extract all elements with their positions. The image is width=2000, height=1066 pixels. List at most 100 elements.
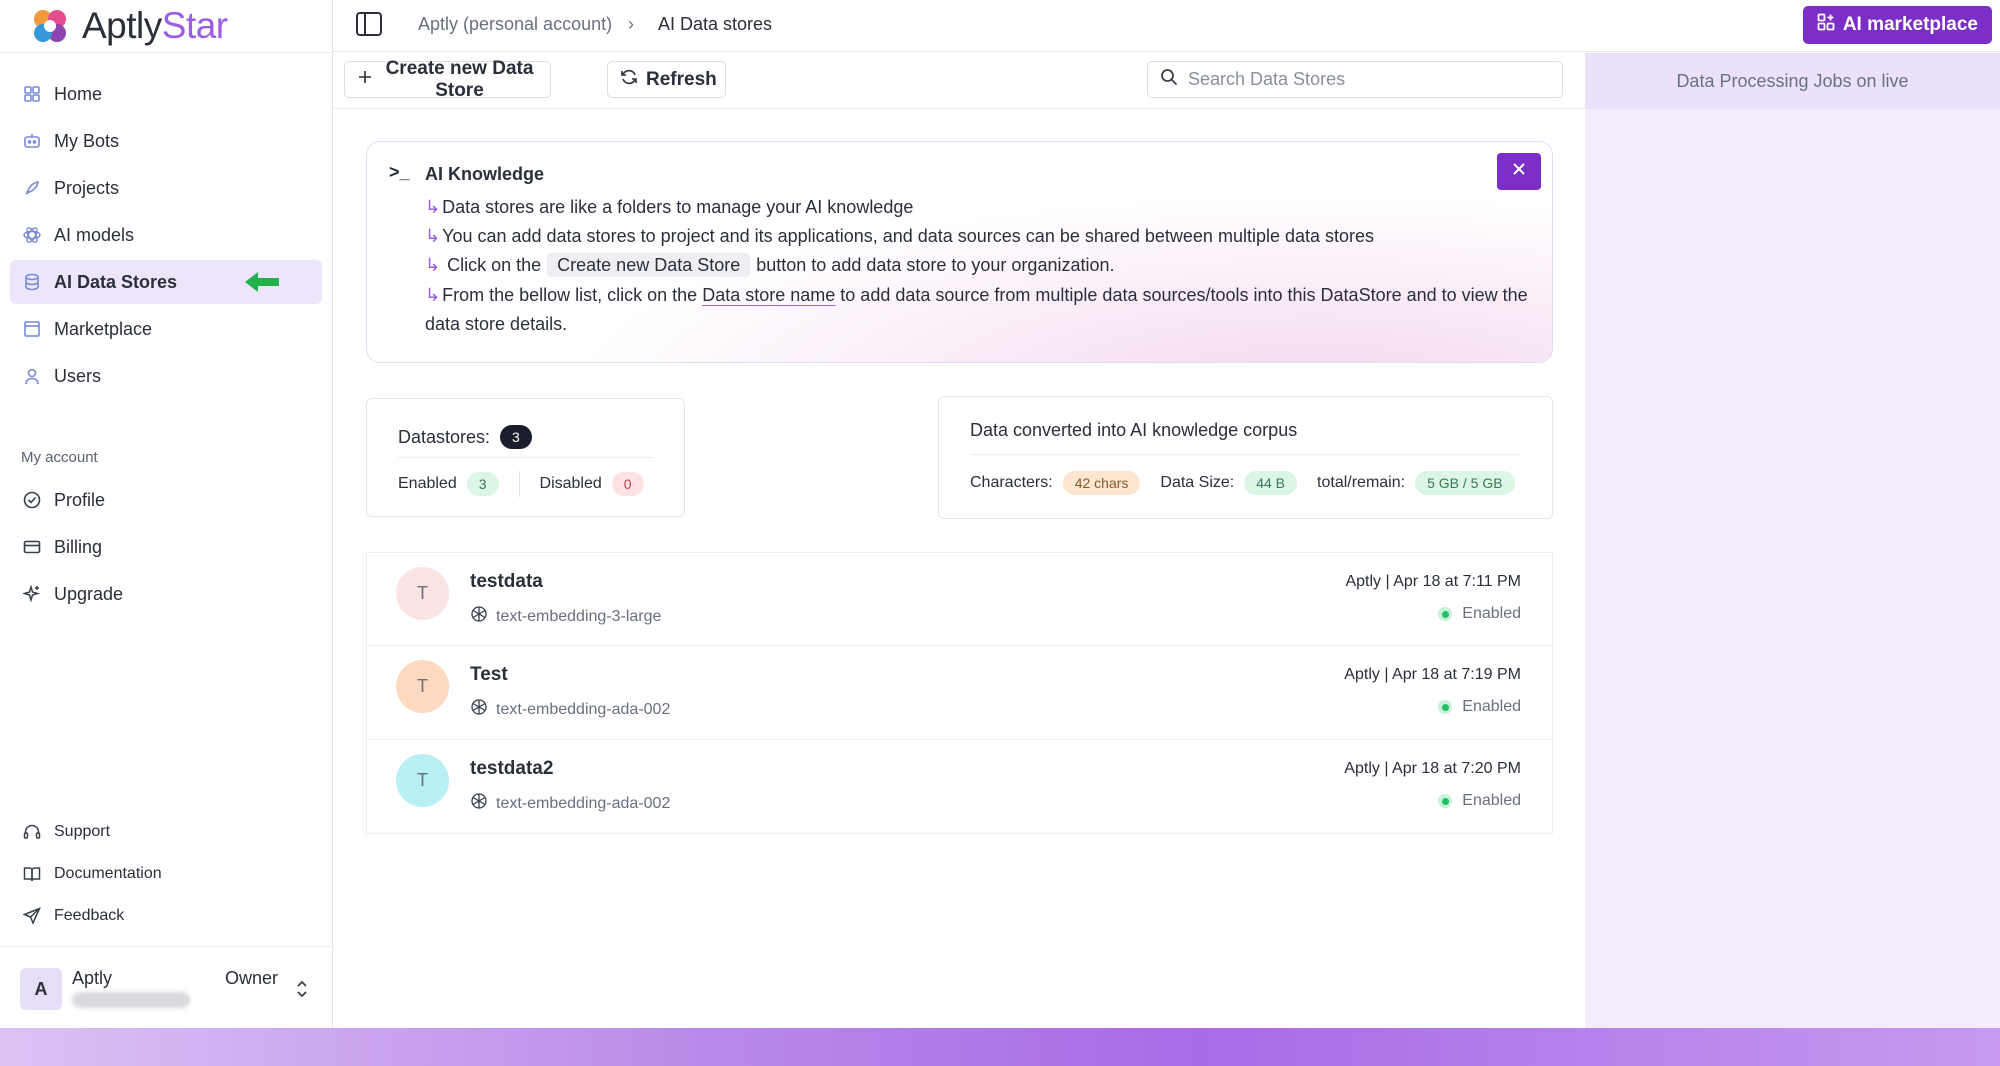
toolbar: Create new Data Store Refresh (333, 53, 1585, 109)
corpus-title: Data converted into AI knowledge corpus (970, 420, 1298, 440)
info-line-4: ↳ From the bellow list, click on the Data… (425, 285, 1528, 334)
sidebar-item-documentation[interactable]: Documentation (10, 854, 322, 894)
corpus-stat-card: Data converted into AI knowledge corpus … (938, 396, 1553, 519)
sidebar-item-projects[interactable]: Projects (10, 166, 322, 210)
embedding-model: text-embedding-3-large (470, 605, 661, 628)
info-line-2: ↳ You can add data stores to project and … (425, 226, 1375, 246)
sidebar-item-label: Billing (54, 536, 103, 557)
jobs-panel-title: Data Processing Jobs on live (1585, 53, 2000, 109)
rocket-icon (22, 178, 42, 198)
logo-icon (30, 6, 70, 46)
my-account-section-label: My account (21, 449, 98, 466)
data-store-date: Aptly | Apr 18 at 7:19 PM (1344, 666, 1521, 683)
sidebar-item-upgrade[interactable]: Upgrade (10, 572, 322, 616)
refresh-button[interactable]: Refresh (607, 61, 726, 98)
home-icon (22, 84, 42, 104)
total-remain-badge: 5 GB / 5 GB (1415, 471, 1515, 495)
brand-name: AptlyStar (82, 5, 228, 46)
bot-icon (22, 131, 42, 151)
sidebar-item-label: My Bots (54, 130, 120, 151)
datastores-count-badge: 3 (500, 425, 532, 449)
data-store-date: Aptly | Apr 18 at 7:20 PM (1344, 760, 1521, 777)
sidebar-item-ai-data-stores[interactable]: AI Data Stores (10, 260, 322, 304)
grid-plus-icon (1817, 13, 1835, 37)
avatar: A (20, 968, 62, 1010)
openai-icon (470, 605, 488, 628)
sidebar-item-label: Profile (54, 489, 106, 510)
database-icon (22, 272, 42, 292)
sidebar-item-label: Upgrade (54, 583, 124, 604)
sidebar-toggle-icon[interactable] (355, 11, 383, 42)
sidebar-item-home[interactable]: Home (10, 72, 322, 116)
bottom-gradient-bar (0, 1028, 2000, 1066)
info-title: AI Knowledge (425, 164, 545, 184)
sidebar-item-marketplace[interactable]: Marketplace (10, 307, 322, 351)
list-item[interactable]: T testdata text-embedding-3-large Aptly … (366, 552, 1553, 646)
headset-icon (22, 822, 42, 842)
hook-icon: ↳ (425, 285, 441, 305)
sidebar-item-label: Feedback (54, 907, 125, 924)
data-store-name[interactable]: testdata (470, 571, 543, 593)
sidebar-item-label: Users (54, 365, 102, 386)
search-input[interactable] (1188, 69, 1538, 90)
sidebar-item-support[interactable]: Support (10, 812, 322, 852)
send-icon (22, 906, 42, 926)
status-badge: Enabled (1438, 605, 1521, 623)
avatar: T (396, 754, 449, 807)
close-info-button[interactable] (1497, 153, 1541, 190)
status-dot-icon (1438, 700, 1453, 714)
create-data-store-button[interactable]: Create new Data Store (344, 58, 551, 101)
user-role: Owner (225, 968, 279, 988)
create-data-store-chip: Create new Data Store (547, 253, 751, 277)
embedding-model: text-embedding-ada-002 (470, 792, 670, 815)
sidebar-item-billing[interactable]: Billing (10, 525, 322, 569)
top-bar: Aptly (personal account) › AI Data store… (333, 0, 2000, 52)
sidebar-item-feedback[interactable]: Feedback (10, 896, 322, 936)
info-line-1: ↳ Data stores are like a folders to manag… (425, 197, 914, 217)
plus-icon (357, 69, 373, 91)
create-data-store-label: Create new Data Store (385, 57, 534, 101)
refresh-icon (620, 68, 638, 92)
ai-knowledge-info-card: >_ AI Knowledge ↳ Data stores are like a … (366, 141, 1553, 363)
user-name: Aptly (72, 968, 113, 988)
corpus-metrics-row: Characters: 42 chars Data Size: 44 B total… (970, 471, 1515, 495)
sidebar-item-users[interactable]: Users (10, 354, 322, 398)
sparkles-icon (22, 584, 42, 604)
openai-icon (470, 698, 488, 721)
ai-marketplace-button[interactable]: AI marketplace (1802, 6, 1992, 44)
enabled-count-badge: 3 (466, 472, 499, 496)
footer-nav: Support Documentation Feedback (10, 812, 322, 938)
datastores-title: Datastores: 3 (398, 425, 532, 449)
terminal-icon: >_ (389, 162, 410, 182)
search-icon (1160, 68, 1178, 91)
search-box[interactable] (1147, 61, 1563, 98)
enabled-disabled-row: Enabled 3 Disabled 0 (398, 471, 644, 497)
sidebar-item-profile[interactable]: Profile (10, 478, 322, 522)
refresh-label: Refresh (646, 68, 717, 90)
data-store-name-link: Data store name (702, 285, 836, 305)
data-store-list: T testdata text-embedding-3-large Aptly … (366, 552, 1553, 834)
close-icon (1512, 162, 1526, 181)
user-menu[interactable]: A Aptly Owner (20, 966, 320, 1012)
sidebar-item-ai-models[interactable]: AI models (10, 213, 322, 257)
list-item[interactable]: T testdata2 text-embedding-ada-002 Aptly… (366, 740, 1553, 834)
info-line-3: ↳ Click on the Create new Data Store butto… (425, 253, 1115, 277)
card-icon (22, 537, 42, 557)
sidebar-item-label: Home (54, 83, 103, 104)
embedding-model: text-embedding-ada-002 (470, 698, 670, 721)
store-icon (22, 319, 42, 339)
app-logo[interactable]: AptlyStar (30, 4, 228, 48)
atom-icon (22, 225, 42, 245)
user-email-redacted (72, 992, 190, 1008)
chevron-up-down-icon[interactable] (295, 978, 309, 1005)
list-item[interactable]: T Test text-embedding-ada-002 Aptly | Ap… (366, 646, 1553, 740)
sidebar-item-my-bots[interactable]: My Bots (10, 119, 322, 163)
book-icon (22, 864, 42, 884)
data-store-date: Aptly | Apr 18 at 7:11 PM (1345, 573, 1521, 590)
characters-badge: 42 chars (1062, 471, 1141, 495)
sidebar-item-label: AI models (54, 224, 135, 245)
breadcrumb-account[interactable]: Aptly (personal account) (418, 14, 612, 35)
data-store-name[interactable]: testdata2 (470, 758, 553, 780)
sidebar-item-label: AI Data Stores (54, 271, 178, 292)
data-store-name[interactable]: Test (470, 664, 508, 686)
